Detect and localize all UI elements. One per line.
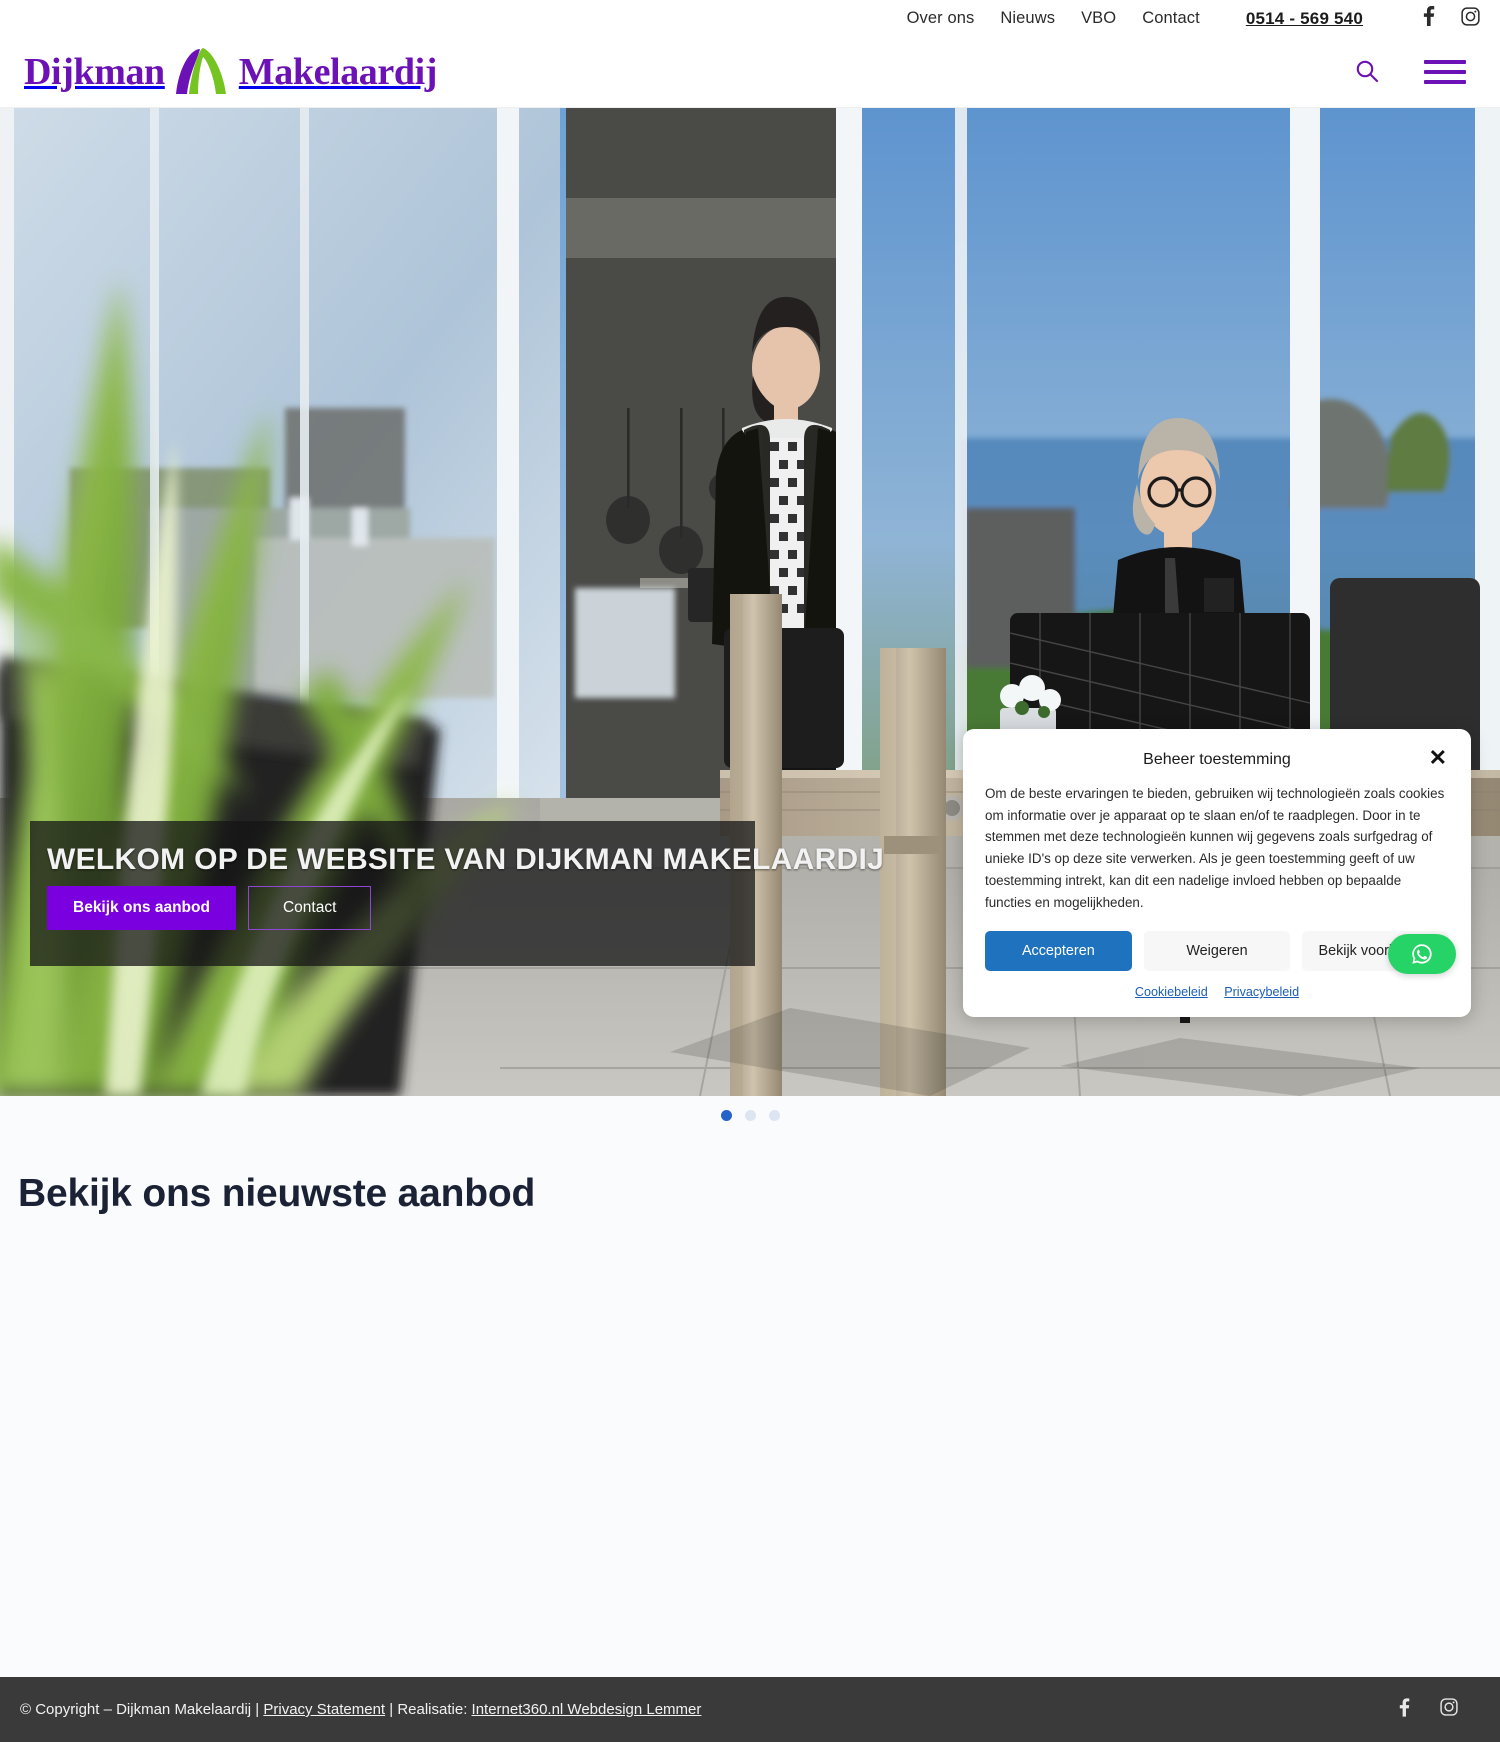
refuse-cookies-button[interactable]: Weigeren [1143,931,1291,972]
topnav-item-contact[interactable]: Contact [1142,9,1200,28]
carousel-pagination [0,1096,1500,1134]
main-content: Bekijk ons nieuwste aanbod [0,1134,1500,1742]
topnav-item-vbo[interactable]: VBO [1081,9,1116,28]
close-icon[interactable]: ✕ [1429,747,1447,769]
cookie-dialog-body: Om de beste ervaringen te bieden, gebrui… [985,786,1445,910]
cookie-consent-dialog: Beheer toestemming ✕ Om de beste ervarin… [963,729,1471,1018]
cookiebeleid-link[interactable]: Cookiebeleid [1135,985,1208,999]
logo-text-dijkman: Dijkman [24,51,165,93]
facebook-icon[interactable] [1423,6,1435,31]
hero-title: WELKOM OP DE WEBSITE VAN DIJKMAN MAKELAA… [47,843,885,876]
instagram-icon[interactable] [1461,6,1480,31]
carousel-dot-2[interactable] [744,1109,756,1121]
cookie-dialog-actions: Accepteren Weigeren Bekijk voorkeuren [985,931,1450,972]
facebook-icon[interactable] [1399,1697,1410,1722]
header-actions [1354,58,1480,87]
privacybeleid-link[interactable]: Privacybeleid [1224,985,1299,999]
search-icon[interactable] [1354,58,1380,87]
logo-arch-mark-icon [173,46,231,99]
logo-text-makelaardij: Makelaardij [238,51,438,93]
section-title-nieuwste-aanbod: Bekijk ons nieuwste aanbod [18,1172,536,1215]
footer-copyright-prefix: © Copyright – Dijkman Makelaardij | [20,1701,264,1718]
carousel-dot-1[interactable] [720,1109,732,1121]
phone-number-link[interactable]: 0514 - 569 540 [1246,9,1363,29]
footer-middle-text: | Realisatie: [385,1701,472,1718]
site-logo[interactable]: Dijkman Makelaardij [24,46,437,99]
instagram-icon[interactable] [1440,1698,1458,1721]
realisatie-link[interactable]: Internet360.nl Webdesign Lemmer [472,1701,702,1718]
site-footer: © Copyright – Dijkman Makelaardij | Priv… [0,1677,1500,1742]
topnav-item-nieuws[interactable]: Nieuws [1000,9,1055,28]
top-utility-bar: Over ons Nieuws VBO Contact 0514 - 569 5… [0,0,1500,37]
carousel-dot-3[interactable] [768,1109,780,1121]
contact-button[interactable]: Contact [247,886,372,930]
topnav-item-over-ons[interactable]: Over ons [907,9,975,28]
topbar-social-links [1397,6,1480,31]
footer-copyright: © Copyright – Dijkman Makelaardij | Priv… [20,1701,701,1718]
privacy-statement-link[interactable]: Privacy Statement [263,1701,385,1718]
site-header: Dijkman Makelaardij [0,37,1500,108]
bekijk-ons-aanbod-button[interactable]: Bekijk ons aanbod [47,886,236,930]
cookie-policy-links: Cookiebeleid Privacybeleid [985,971,1449,1001]
accept-cookies-button[interactable]: Accepteren [985,931,1132,972]
cookie-dialog-header: Beheer toestemming ✕ [985,747,1449,781]
whatsapp-icon[interactable] [1388,934,1456,974]
cookie-dialog-title: Beheer toestemming [1143,751,1291,768]
hamburger-menu-icon[interactable] [1424,60,1466,84]
footer-social-links [1399,1697,1478,1722]
hero-buttons: Bekijk ons aanbod Contact [47,886,372,930]
